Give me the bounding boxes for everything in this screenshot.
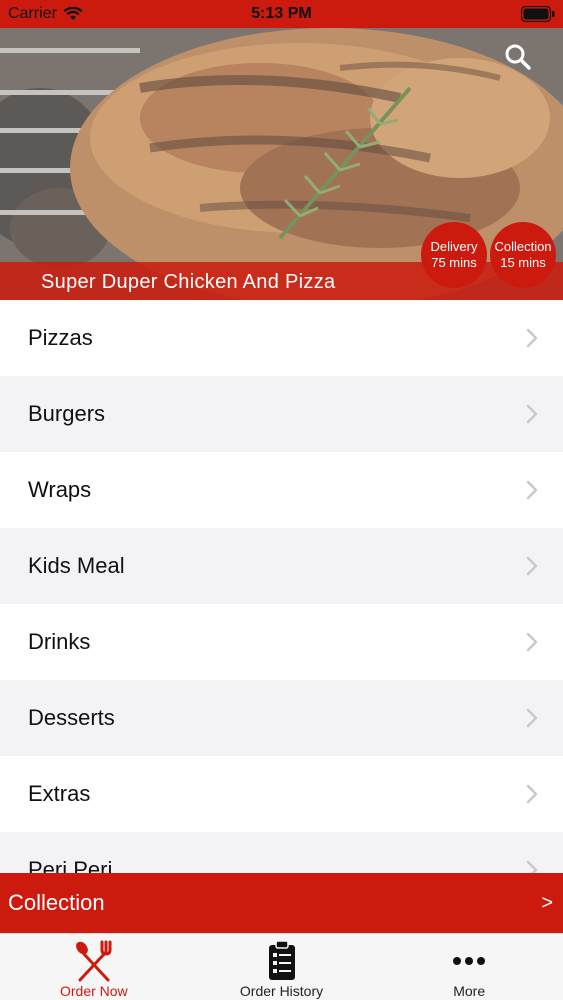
chevron-right-icon — [526, 708, 538, 728]
clipboard-list-icon — [268, 940, 295, 980]
menu-item-label: Pizzas — [28, 325, 93, 350]
collection-time-badge: Collection 15 mins — [490, 222, 556, 288]
delivery-time: 75 mins — [431, 255, 477, 270]
collection-arrow: > — [541, 891, 553, 914]
menu-item-label: Wraps — [28, 477, 92, 502]
menu-item-pizzas[interactable]: Pizzas — [0, 300, 563, 376]
fork-knife-icon — [75, 940, 112, 982]
collection-badge-label: Collection — [494, 239, 552, 254]
menu-item-label: Extras — [28, 781, 91, 806]
menu-category-list[interactable]: Pizzas Burgers Wraps Kids Meal Drinks De… — [0, 300, 563, 875]
menu-item-burgers[interactable]: Burgers — [0, 376, 563, 452]
tab-order-now[interactable]: Order Now — [0, 934, 188, 1000]
tab-more[interactable]: More — [375, 934, 563, 1000]
chevron-right-icon — [526, 480, 538, 500]
menu-item-label: Desserts — [28, 705, 115, 730]
menu-item-label: Kids Meal — [28, 553, 125, 578]
menu-item-label: Burgers — [28, 401, 106, 426]
chevron-right-icon — [526, 784, 538, 804]
status-time: 5:13 PM — [251, 5, 312, 22]
menu-item-drinks[interactable]: Drinks — [0, 604, 563, 680]
menu-item-peri-peri[interactable]: Peri Peri — [0, 832, 563, 875]
chevron-right-icon — [526, 328, 538, 348]
tab-label: Order History — [239, 983, 324, 999]
restaurant-name: Super Duper Chicken And Pizza — [41, 271, 336, 293]
delivery-time-badge: Delivery 75 mins — [421, 222, 487, 288]
chevron-right-icon — [526, 632, 538, 652]
collection-mode-button[interactable]: Collection > — [0, 873, 563, 933]
more-dots-icon — [453, 957, 486, 965]
menu-item-wraps[interactable]: Wraps — [0, 452, 563, 528]
search-icon[interactable] — [503, 42, 533, 72]
status-bar: Carrier 5:13 PM — [0, 0, 563, 28]
menu-item-kids-meal[interactable]: Kids Meal — [0, 528, 563, 604]
collection-time: 15 mins — [500, 255, 546, 270]
collection-mode-label: Collection — [8, 890, 105, 915]
tab-order-history[interactable]: Order History — [188, 934, 376, 1000]
chevron-right-icon — [526, 404, 538, 424]
restaurant-hero: Super Duper Chicken And Pizza Delivery 7… — [0, 28, 563, 300]
chevron-right-icon — [526, 556, 538, 576]
delivery-label: Delivery — [430, 239, 478, 254]
bottom-tab-bar: Order Now Order History More — [0, 933, 563, 1000]
menu-item-label: Drinks — [28, 629, 91, 654]
menu-item-extras[interactable]: Extras — [0, 756, 563, 832]
tab-label: Order Now — [59, 983, 128, 999]
battery-icon — [521, 6, 555, 22]
tab-label: More — [453, 983, 486, 999]
menu-item-desserts[interactable]: Desserts — [0, 680, 563, 756]
